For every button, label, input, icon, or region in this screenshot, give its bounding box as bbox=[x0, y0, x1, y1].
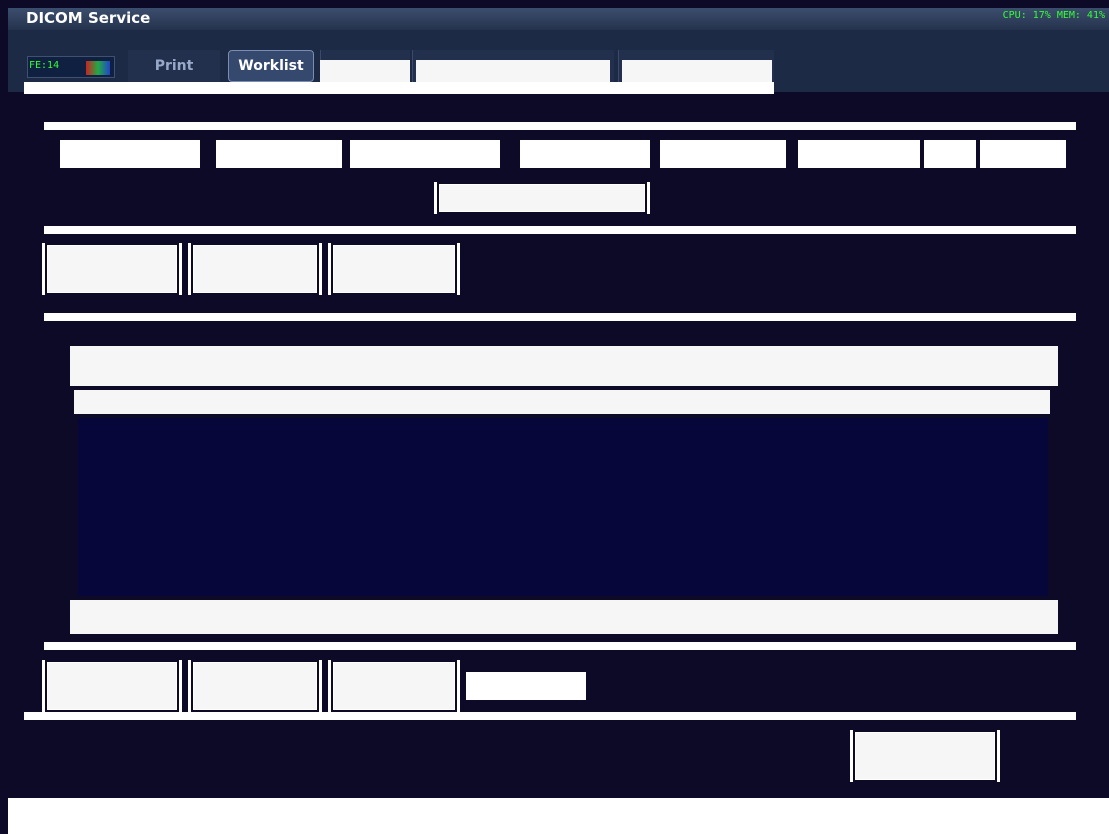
header-control-1[interactable] bbox=[320, 60, 410, 82]
tab-worklist[interactable]: Worklist bbox=[228, 50, 314, 82]
tab-print-label: Print bbox=[154, 58, 194, 74]
query-field-3[interactable] bbox=[520, 140, 650, 168]
query-label-block bbox=[60, 140, 200, 168]
signal-icon bbox=[86, 61, 110, 75]
header-control-2[interactable] bbox=[416, 60, 610, 82]
fe-indicator-text: FE:14 bbox=[29, 60, 60, 71]
results-section-rule bbox=[44, 313, 1076, 321]
action-button-3[interactable] bbox=[328, 243, 460, 295]
bottom-button-2[interactable] bbox=[188, 660, 322, 712]
bottom-field bbox=[466, 672, 586, 700]
results-table-body[interactable] bbox=[78, 418, 1048, 596]
results-table-header bbox=[70, 346, 1058, 386]
query-field-2[interactable] bbox=[350, 140, 500, 168]
tab-print[interactable]: Print bbox=[128, 50, 220, 82]
table-row[interactable] bbox=[74, 390, 1050, 414]
system-monitor: CPU: 17% MEM: 41% bbox=[1002, 10, 1105, 21]
tab-worklist-label: Worklist bbox=[238, 58, 304, 74]
query-button[interactable] bbox=[434, 182, 650, 214]
query-field-6[interactable] bbox=[924, 140, 976, 168]
fe-indicator: FE:14 bbox=[27, 56, 115, 78]
exit-button[interactable] bbox=[850, 730, 1000, 782]
status-bar bbox=[8, 798, 1109, 834]
bottom-button-1[interactable] bbox=[42, 660, 182, 712]
query-field-7[interactable] bbox=[980, 140, 1066, 168]
title-bar: DICOM Service CPU: 17% MEM: 41% bbox=[8, 8, 1109, 30]
action-button-2[interactable] bbox=[188, 243, 322, 295]
action-button-1[interactable] bbox=[42, 243, 182, 295]
header-control-3[interactable] bbox=[622, 60, 772, 82]
bottom-section-rule bbox=[44, 642, 1076, 650]
query-field-1[interactable] bbox=[216, 140, 342, 168]
query-field-5[interactable] bbox=[798, 140, 920, 168]
header-strip bbox=[24, 82, 774, 94]
window-title: DICOM Service bbox=[26, 9, 151, 27]
bottom-button-3[interactable] bbox=[328, 660, 460, 712]
action-section-rule bbox=[44, 226, 1076, 234]
results-table-footer bbox=[70, 600, 1058, 634]
query-section-rule bbox=[44, 122, 1076, 130]
bottom-strip bbox=[24, 712, 1076, 720]
query-field-4[interactable] bbox=[660, 140, 786, 168]
